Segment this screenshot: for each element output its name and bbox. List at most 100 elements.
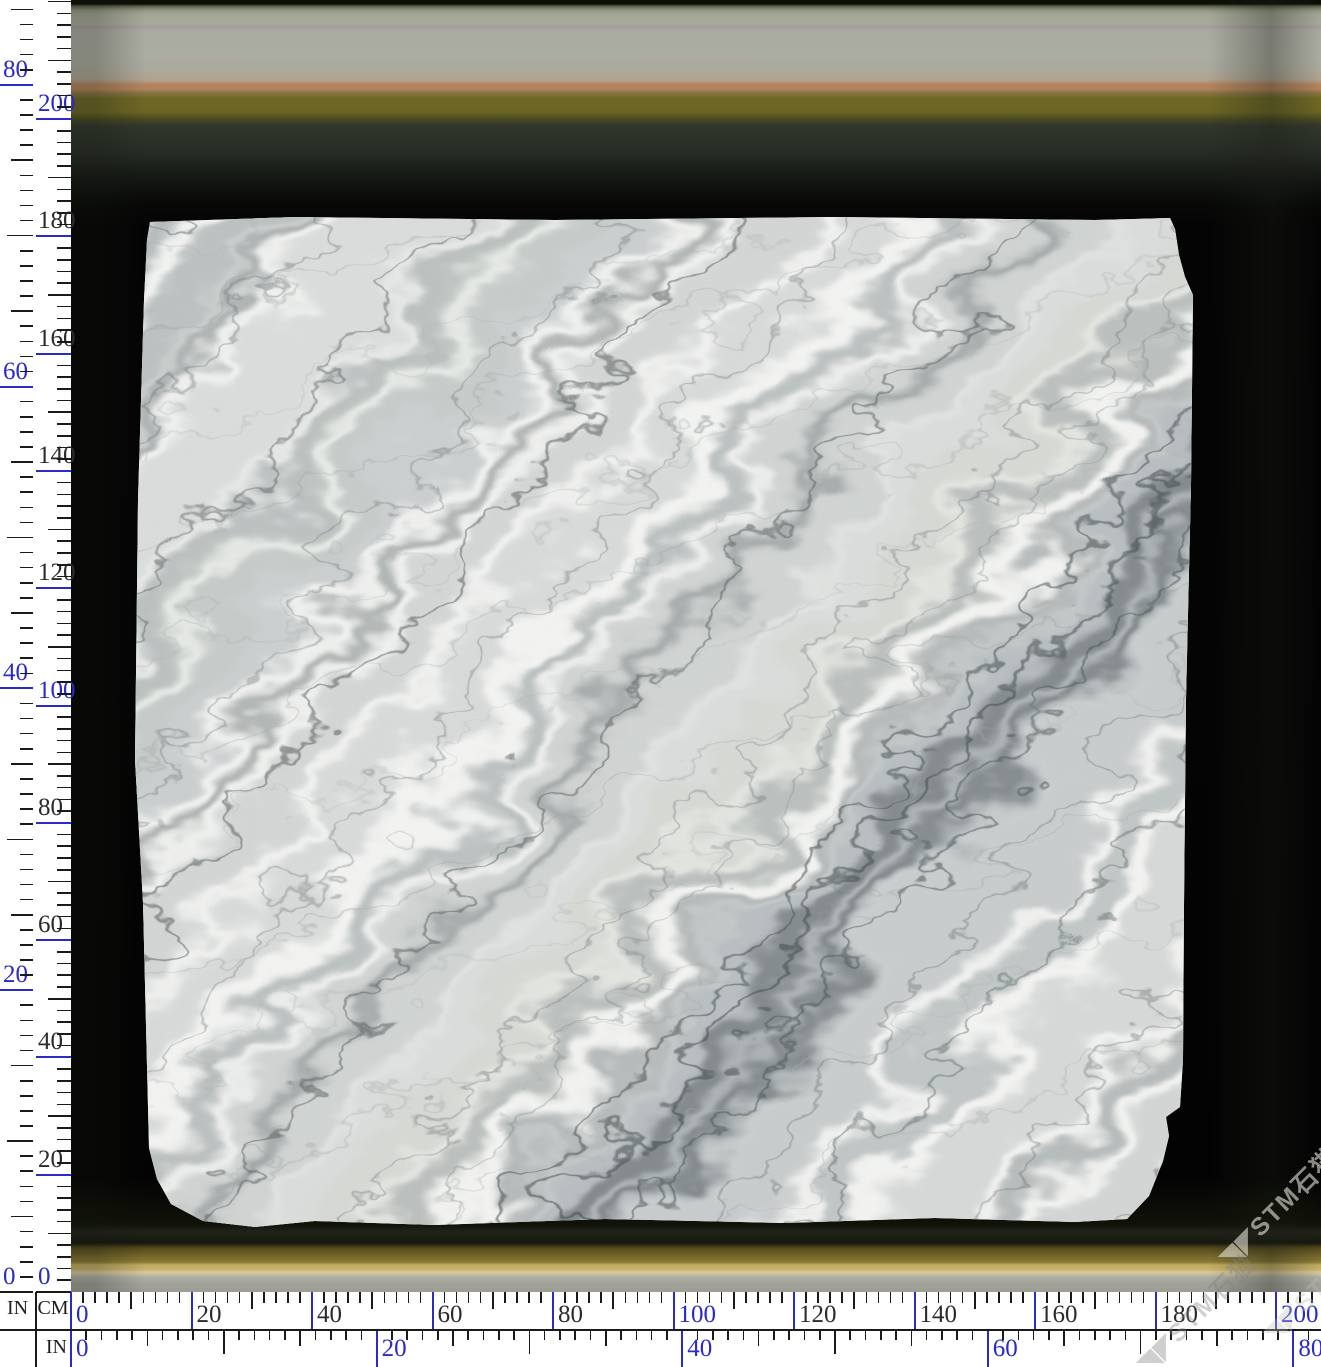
ruler-tick [574, 1330, 576, 1340]
ruler-tick [57, 810, 71, 812]
ruler-tick [649, 1292, 651, 1303]
ruler-tick [57, 423, 71, 425]
ruler-tick [57, 1268, 71, 1270]
ruler-tick [177, 1330, 179, 1340]
ruler-tick [20, 657, 33, 659]
ruler-tick [804, 1330, 806, 1340]
ruler-tick [866, 1292, 868, 1303]
ruler-tick [57, 857, 71, 859]
ruler-tick [20, 597, 33, 599]
ruler-tick [20, 371, 33, 373]
ruler-tick [57, 623, 71, 625]
ruler-tick [20, 522, 33, 524]
ruler-tick [57, 505, 71, 507]
ruler-tick [709, 1292, 711, 1303]
ruler-tick [1018, 1330, 1020, 1340]
ruler-tick [20, 778, 33, 780]
ruler-tick [20, 823, 33, 825]
ruler-mark-line [1275, 1292, 1277, 1330]
ruler-tick [162, 1330, 164, 1340]
ruler-tick [20, 175, 33, 177]
ruler-tick [1140, 1330, 1142, 1354]
ruler-tick [345, 1330, 347, 1340]
ruler-tick [781, 1292, 783, 1303]
ruler-tick [57, 1221, 71, 1223]
ruler-mark-line [793, 1292, 795, 1330]
ruler-tick [7, 1140, 33, 1142]
ruler-tick [1216, 1330, 1218, 1346]
ruler-tick [941, 1330, 943, 1340]
ruler-mark-line [311, 1292, 313, 1330]
ruler-tick [20, 1080, 33, 1082]
ruler-tick [57, 1162, 71, 1164]
ruler-number: 0 [38, 1264, 51, 1290]
ruler-tick [1119, 1292, 1121, 1303]
ruler-tick [878, 1292, 880, 1303]
ruler-tick [361, 1330, 363, 1340]
ruler-tick [57, 165, 71, 167]
ruler-tick [697, 1330, 699, 1340]
ruler-tick [57, 599, 71, 601]
ruler-tick [57, 775, 71, 777]
ruler-tick [57, 189, 71, 191]
ruler-tick [819, 1330, 821, 1340]
ruler-tick [7, 537, 33, 539]
ruler-tick [155, 1292, 157, 1303]
ruler-tick [57, 318, 71, 320]
ruler-tick [516, 1292, 518, 1303]
ruler-tick [20, 748, 33, 750]
ruler-number: 120 [799, 1302, 837, 1328]
ruler-tick [11, 9, 33, 11]
ruler-tick [20, 250, 33, 252]
ruler-tick [20, 295, 33, 297]
ruler-tick [564, 1292, 566, 1303]
ruler-tick [48, 1115, 71, 1117]
ruler-tick [20, 944, 33, 946]
ruler-tick [48, 1, 71, 3]
ruler-tick [57, 36, 71, 38]
ruler-tick [1010, 1292, 1012, 1303]
ruler-tick [20, 1155, 33, 1157]
ruler-tick [588, 1292, 590, 1303]
ruler-tick [287, 1292, 289, 1303]
ruler-tick [57, 1092, 71, 1094]
ruler-tick [559, 1330, 561, 1340]
ruler-tick [20, 507, 33, 509]
ruler-tick [57, 435, 71, 437]
ruler-tick [143, 1292, 145, 1303]
ruler-tick [179, 1292, 181, 1303]
ruler-tick [1094, 1330, 1096, 1340]
ruler-tick [48, 529, 71, 531]
ruler-tick [57, 447, 71, 449]
ruler-tick [254, 1330, 256, 1340]
ruler-tick [57, 306, 71, 308]
ruler-mark-line [432, 1292, 434, 1330]
ruler-tick [829, 1292, 831, 1303]
ruler-tick [57, 1127, 71, 1129]
ruler-tick [57, 611, 71, 613]
ruler-tick [57, 48, 71, 50]
ruler-mark-line [0, 687, 33, 689]
ruler-tick [817, 1292, 819, 1303]
ruler-tick [20, 718, 33, 720]
ruler-tick [576, 1292, 578, 1303]
ruler-tick [513, 1330, 515, 1340]
ruler-tick [20, 1095, 33, 1097]
ruler-tick [57, 24, 71, 26]
ruler-mark-line [36, 353, 71, 355]
ruler-tick [20, 1020, 33, 1022]
ruler-tick [20, 39, 33, 41]
ruler-tick [1070, 1292, 1072, 1303]
ruler-tick [1299, 1292, 1301, 1303]
ruler-tick [712, 1330, 714, 1340]
ruler-tick [637, 1292, 639, 1303]
ruler-tick [636, 1330, 638, 1340]
ruler-tick [57, 200, 71, 202]
ruler-tick [57, 1256, 71, 1258]
ruler-tick [865, 1330, 867, 1340]
ruler-tick [721, 1292, 723, 1303]
ruler-row-divider [0, 1329, 1321, 1331]
ruler-number: 140 [920, 1302, 958, 1328]
ruler-tick [20, 476, 33, 478]
ruler-tick [239, 1292, 241, 1303]
